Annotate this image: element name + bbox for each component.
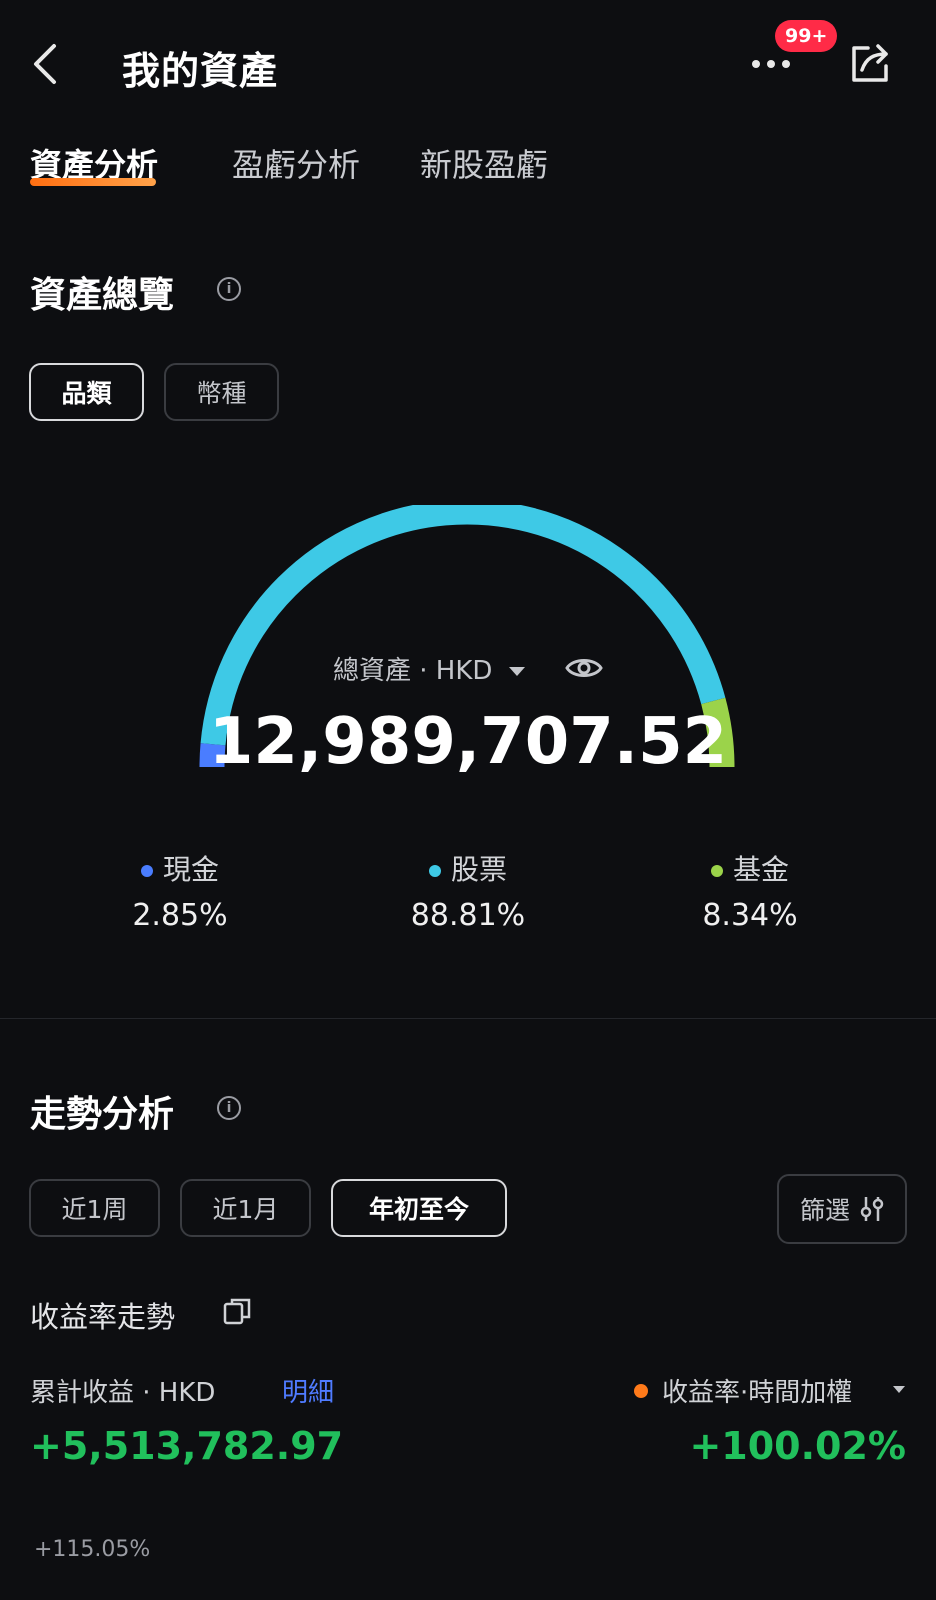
yield-trend-title: 收益率走勢 <box>30 1300 176 1334</box>
sliders-icon <box>860 1197 884 1221</box>
rate-value: +100.02% <box>689 1424 906 1468</box>
share-icon <box>852 44 888 82</box>
chevron-left-icon <box>34 44 56 84</box>
tab-pnl-analysis[interactable]: 盈虧分析 <box>232 140 360 186</box>
tab-ipo-pnl[interactable]: 新股盈虧 <box>420 140 548 186</box>
legend-funds-value: 8.34% <box>702 898 798 933</box>
legend-stocks-value: 88.81% <box>410 898 526 933</box>
dot-icon <box>767 60 775 68</box>
caret-down-icon[interactable] <box>893 1386 905 1393</box>
detail-link[interactable]: 明細 <box>282 1372 334 1409</box>
total-assets-label: 總資產 · HKD <box>0 650 936 688</box>
cash-dot-icon <box>140 865 153 877</box>
overview-title: 資產總覽 <box>30 275 175 316</box>
period-1w[interactable]: 近1周 <box>29 1179 160 1237</box>
dot-icon <box>782 60 790 68</box>
eye-icon[interactable] <box>565 655 603 688</box>
trend-title: 走勢分析 <box>30 1094 175 1135</box>
filter-button[interactable]: 篩選 <box>777 1174 907 1244</box>
total-assets-caption: 總資產 · HKD <box>333 656 493 686</box>
filter-label: 篩選 <box>799 1196 850 1225</box>
info-icon[interactable]: i <box>217 1096 241 1120</box>
copy-icon[interactable] <box>222 1296 252 1330</box>
share-button[interactable] <box>848 40 892 86</box>
cumulative-value: +5,513,782.97 <box>30 1424 344 1468</box>
legend-funds-name: 基金 <box>732 853 789 886</box>
legend-stocks-name: 股票 <box>450 853 507 886</box>
rate-dot-icon <box>634 1384 648 1398</box>
stocks-dot-icon <box>428 865 441 877</box>
legend-stocks: 股票 <box>418 848 518 888</box>
chip-category[interactable]: 品類 <box>29 363 144 421</box>
legend-cash-value: 2.85% <box>132 898 228 933</box>
total-assets-value: 12,989,707.52 <box>208 705 728 779</box>
page-title: 我的資產 <box>122 49 279 93</box>
legend-cash: 現金 <box>130 848 230 888</box>
period-ytd[interactable]: 年初至今 <box>331 1179 507 1237</box>
notification-badge: 99+ <box>775 20 838 52</box>
section-divider <box>0 1018 936 1019</box>
info-icon[interactable]: i <box>217 277 241 301</box>
dot-icon <box>752 60 760 68</box>
tab-active-indicator <box>30 178 156 186</box>
period-1m[interactable]: 近1月 <box>180 1179 311 1237</box>
cumulative-label: 累計收益 · HKD <box>30 1378 216 1408</box>
chip-currency[interactable]: 幣種 <box>164 363 279 421</box>
rate-label[interactable]: 收益率·時間加權 <box>662 1372 852 1409</box>
back-button[interactable] <box>28 40 62 88</box>
more-button[interactable] <box>752 48 796 78</box>
funds-dot-icon <box>710 865 723 877</box>
chart-axis-top-label: +115.05% <box>34 1537 151 1562</box>
legend-funds: 基金 <box>700 848 800 888</box>
legend-cash-name: 現金 <box>162 853 219 886</box>
caret-down-icon[interactable] <box>508 667 525 676</box>
